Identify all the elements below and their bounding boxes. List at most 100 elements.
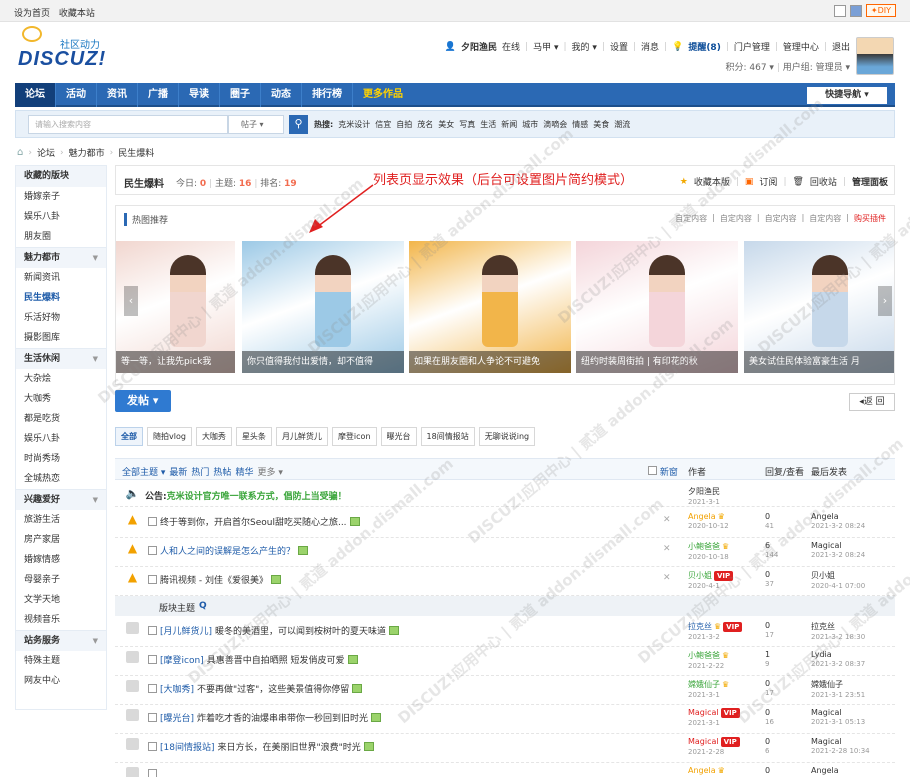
last-post-date[interactable]: 2021-3-2 08:24 [811,522,865,530]
col-last-post[interactable]: 最后发表 [811,465,847,478]
filter-latest[interactable]: 最新 [169,465,187,478]
last-post-date[interactable]: 2021-3-2 08:24 [811,551,865,559]
last-post-author[interactable]: Magical [811,541,865,550]
sidebar-item[interactable]: 时尚秀场 [16,449,106,469]
sidebar-item[interactable]: 摄影图库 [16,328,106,348]
nav-item-forum[interactable]: 论坛 [15,83,56,107]
thread-checkbox[interactable] [148,742,157,751]
hot-keyword[interactable]: 写真 [459,119,475,130]
thread-checkbox[interactable] [148,684,157,693]
reminder-link[interactable]: 提醒(8) [688,40,721,53]
thread-checkbox[interactable] [148,517,157,526]
hot-image-thumb[interactable]: 纽约时装周街拍 | 有印花的秋 [576,241,738,373]
filter-more[interactable]: 更多 ▾ [257,465,282,478]
thread-title-link[interactable]: 不要再做"过客"，这些美景值得你停留 [197,682,349,695]
custom-content-link[interactable]: 自定内容 [765,213,797,224]
manage-panel-button[interactable]: 管理面板 [852,175,888,188]
hot-image-thumb[interactable]: 如果在朋友圈和人争论不可避免 [409,241,571,373]
sidebar-item[interactable]: 大杂烩 [16,369,106,389]
thread-type-tab[interactable]: 摩登icon [331,427,377,446]
last-post-date[interactable]: 2020-4-1 07:00 [811,582,865,590]
hot-keyword[interactable]: 信宜 [375,119,391,130]
custom-content-link[interactable]: 自定内容 [720,213,752,224]
thread-title-link[interactable]: 人和人之间的误解是怎么产生的？ [160,544,295,557]
hot-keyword[interactable]: 城市 [522,119,538,130]
thread-title-link[interactable]: 腾讯视频 - 刘佳《爱很美》 [160,573,268,586]
thread-title-link[interactable]: 终于等到你，开启首尔Seoul甜吃买随心之旅... [160,515,347,528]
author-name[interactable]: 夕阳渔民 [688,486,720,497]
user-group[interactable]: 用户组: 管理员 ▾ [783,63,850,73]
sidebar-item[interactable]: 民生爆料 [16,288,106,308]
hot-keyword[interactable]: 美食 [593,119,609,130]
user-link-messages[interactable]: 消息 [641,40,659,53]
thread-type-tab[interactable]: 月儿鲜货儿 [275,427,328,446]
user-link-majia[interactable]: 马甲 ▾ [533,40,558,53]
nav-item-broadcast[interactable]: 广播 [138,83,179,107]
author-name[interactable]: 小鲍爸爸 [688,542,720,551]
hot-keyword[interactable]: 滴嘀会 [543,119,567,130]
favorite-forum-button[interactable]: 收藏本版 [694,175,730,188]
question-icon[interactable]: Q [199,601,207,611]
sidebar-item[interactable]: 朋友圈 [16,227,106,247]
carousel-prev-icon[interactable]: ‹ [124,286,138,316]
recycle-bin-button[interactable]: 回收站 [810,175,837,188]
last-post-date[interactable]: 2021-3-1 23:51 [811,691,865,699]
breadcrumb-item[interactable]: 魅力都市 [69,146,105,159]
last-post-author[interactable]: Magical [811,708,865,717]
user-link-mine[interactable]: 我的 ▾ [572,40,597,53]
author-name[interactable]: 拉克丝 [688,622,712,631]
set-home-link[interactable]: 设为首页 [14,9,50,19]
nav-item-activity[interactable]: 活动 [56,83,97,107]
thread-type-tab[interactable]: 大咖秀 [195,427,232,446]
thread-checkbox[interactable] [148,713,157,722]
sidebar-item[interactable]: 文学天地 [16,590,106,610]
author-name[interactable]: 贝小姐 [688,571,712,580]
sidebar-item[interactable]: 婚嫁情感 [16,550,106,570]
last-post-author[interactable]: Angela [811,766,839,775]
quick-nav-button[interactable]: 快捷导航 ▾ [807,87,887,104]
filter-digest[interactable]: 精华 [235,465,253,478]
announcement-link[interactable]: 克米设计官方唯一联系方式，倡防上当受骗！ [167,492,347,502]
thread-type-tab[interactable]: 18间情报站 [420,427,475,446]
sidebar-item[interactable]: 婚嫁亲子 [16,187,106,207]
hot-keyword[interactable]: 新闻 [501,119,517,130]
admin-center-link[interactable]: 管理中心 [783,40,819,53]
sidebar-item[interactable]: 全城热恋 [16,469,106,489]
hot-keyword[interactable]: 潮流 [614,119,630,130]
thread-checkbox[interactable] [148,546,157,555]
sidebar-item[interactable]: 新闻资讯 [16,268,106,288]
last-post-date[interactable]: 2021-2-28 10:34 [811,747,870,755]
thread-title-link[interactable]: 具惠善晋中自拍晒照 短发俏皮可爱 [207,653,345,666]
sidebar-item[interactable]: 都是吃货 [16,409,106,429]
close-icon[interactable]: ✕ [663,515,671,525]
sidebar-item[interactable]: 旅游生活 [16,510,106,530]
custom-content-link[interactable]: 自定内容 [675,213,707,224]
back-button[interactable]: ◂返 回 [849,393,895,411]
subscribe-button[interactable]: 订阅 [759,175,777,188]
sidebar-group[interactable]: 魅力都市 ▼ [16,247,106,268]
breadcrumb-item[interactable]: 民生爆料 [118,146,154,159]
last-post-author[interactable]: 嫦娥仙子 [811,679,865,690]
nav-item-feed[interactable]: 动态 [261,83,302,107]
nav-item-circle[interactable]: 圈子 [220,83,261,107]
thread-title-link[interactable]: 暖冬的美酒里，可以闻到桉树叶的夏天味道 [215,624,386,637]
search-input[interactable]: 请输入搜索内容 [28,115,228,134]
last-post-date[interactable]: 2021-3-1 05:13 [811,718,865,726]
close-icon[interactable]: ✕ [663,573,671,583]
logo[interactable]: 社区动力 DISCUZ! [18,26,106,71]
sidebar-item[interactable]: 视频音乐 [16,610,106,630]
points[interactable]: 积分: 467 ▾ [725,63,773,73]
hot-keyword[interactable]: 自拍 [396,119,412,130]
sidebar-item[interactable]: 房产家居 [16,530,106,550]
chevron-down-icon[interactable]: ▼ [93,490,98,511]
last-post-date[interactable]: 2021-3-2 08:37 [811,660,865,668]
custom-content-link[interactable]: 自定内容 [809,213,841,224]
thread-checkbox[interactable] [148,769,157,777]
logout-link[interactable]: 退出 [832,40,850,53]
nav-item-ranking[interactable]: 排行榜 [302,83,353,107]
thread-type-tab[interactable]: 随拍vlog [147,427,192,446]
new-post-button[interactable]: 发帖 ▾ [115,390,171,412]
thread-checkbox[interactable] [148,575,157,584]
sidebar-item[interactable]: 娱乐八卦 [16,429,106,449]
sidebar-item[interactable]: 网友中心 [16,671,106,691]
